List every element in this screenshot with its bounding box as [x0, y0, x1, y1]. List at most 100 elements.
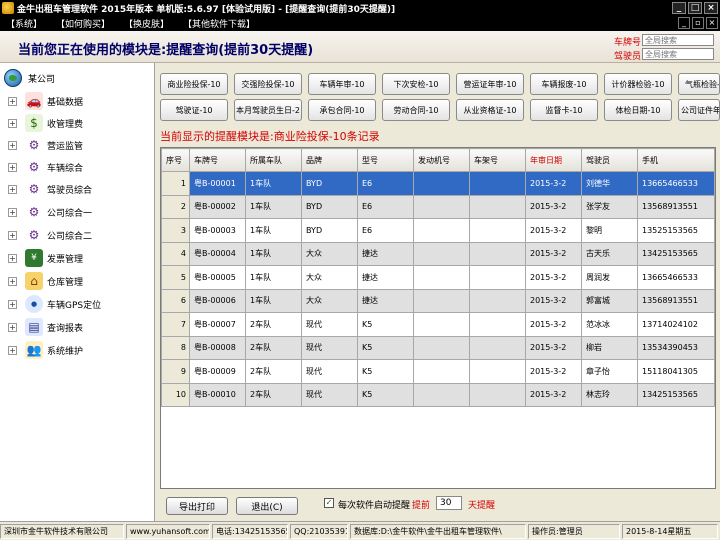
- tab-operation-permit[interactable]: 营运证年审-10: [456, 73, 524, 95]
- table-row[interactable]: 10 粤B-00010 2车队 现代 K5 2015-3-2 林志玲 13425153565: [161, 382, 715, 407]
- child-minimize-button[interactable]: _: [678, 17, 690, 29]
- maximize-button[interactable]: □: [688, 2, 702, 14]
- col-header-team[interactable]: 所属车队: [245, 148, 302, 172]
- driver-search-label: 驾驶员: [614, 52, 642, 62]
- table-row[interactable]: 2 粤B-00002 1车队 BYD E6 2015-3-2 张学友 13568913551: [161, 194, 715, 219]
- tree-node-gps[interactable]: + ● 车辆GPS定位: [8, 294, 101, 314]
- tree-node-basic-data[interactable]: + 🚗 基础数据: [8, 91, 83, 111]
- table-row[interactable]: 3 粤B-00003 1车队 BYD E6 2015-3-2 黎明 13525153565: [161, 218, 715, 243]
- ahead-days-input[interactable]: [436, 496, 462, 510]
- exit-button[interactable]: 退出(C): [236, 497, 298, 515]
- tab-supervision-card[interactable]: 监督卡-10: [530, 99, 598, 121]
- close-button[interactable]: ×: [704, 2, 718, 14]
- cell-review-date: 2015-3-2: [525, 359, 582, 384]
- expand-icon[interactable]: +: [8, 118, 17, 128]
- col-header-driver[interactable]: 驾驶员: [581, 148, 638, 172]
- tree-node-vehicle-overview[interactable]: + ⚙ 车辆综合: [8, 157, 83, 177]
- tree-node-query-reports[interactable]: + ▤ 查询报表: [8, 317, 83, 337]
- tab-vehicle-annual-review[interactable]: 车辆年审-10: [308, 73, 376, 95]
- col-header-plate[interactable]: 车牌号: [189, 148, 246, 172]
- cell-frame: [469, 171, 526, 196]
- tree-node-company-overview-1[interactable]: + ⚙ 公司综合一: [8, 202, 92, 222]
- tab-vehicle-scrap[interactable]: 车辆报废-10: [530, 73, 598, 95]
- col-header-model[interactable]: 型号: [357, 148, 414, 172]
- expand-icon[interactable]: +: [8, 299, 17, 309]
- cell-phone: 13665466533: [637, 265, 715, 290]
- col-header-frame[interactable]: 车架号: [469, 148, 526, 172]
- table-row[interactable]: 5 粤B-00005 1车队 大众 捷达 2015-3-2 周润发 13665466533: [161, 265, 715, 290]
- menu-change-skin[interactable]: 【换皮肤】: [124, 17, 169, 30]
- tab-driver-birthday[interactable]: 本月驾驶员生日-2: [234, 99, 302, 121]
- col-header-review-date[interactable]: 年审日期: [525, 148, 582, 172]
- tab-compulsory-insurance[interactable]: 交强险投保-10: [234, 73, 302, 95]
- child-close-button[interactable]: ×: [706, 17, 718, 29]
- cell-brand: 大众: [301, 288, 358, 313]
- tab-gas-cylinder[interactable]: 气瓶检验-10: [678, 73, 720, 95]
- plate-search-input[interactable]: [642, 34, 714, 46]
- table-row[interactable]: 1 粤B-00001 1车队 BYD E6 2015-3-2 刘德华 13665466533: [161, 171, 715, 196]
- tab-physical-exam[interactable]: 体检日期-10: [604, 99, 672, 121]
- tree-root[interactable]: 某公司: [4, 69, 55, 87]
- tab-qualification-cert[interactable]: 从业资格证-10: [456, 99, 524, 121]
- cell-plate: 粤B-00007: [189, 312, 246, 337]
- expand-icon[interactable]: +: [8, 162, 17, 172]
- cell-brand: BYD: [301, 194, 358, 219]
- table-row[interactable]: 4 粤B-00004 1车队 大众 捷达 2015-3-2 古天乐 13425153565: [161, 241, 715, 266]
- expand-icon[interactable]: +: [8, 230, 17, 240]
- cell-index: 6: [161, 288, 190, 313]
- cell-engine: [413, 359, 470, 384]
- expand-icon[interactable]: +: [8, 322, 17, 332]
- col-header-engine[interactable]: 发动机号: [413, 148, 470, 172]
- col-header-index[interactable]: 序号: [161, 148, 190, 172]
- cell-driver: 范冰冰: [581, 312, 638, 337]
- cell-plate: 粤B-00005: [189, 265, 246, 290]
- tree-node-system-maintenance[interactable]: + 👥 系统维护: [8, 340, 83, 360]
- col-header-phone[interactable]: 手机: [637, 148, 715, 172]
- expand-icon[interactable]: +: [8, 253, 17, 263]
- expand-icon[interactable]: +: [8, 276, 17, 286]
- cell-team: 2车队: [245, 312, 302, 337]
- tree-node-invoice-management[interactable]: + ¥ 发票管理: [8, 248, 83, 268]
- expand-icon[interactable]: +: [8, 184, 17, 194]
- table-row[interactable]: 7 粤B-00007 2车队 现代 K5 2015-3-2 范冰冰 13714024102: [161, 312, 715, 337]
- tree-node-driver-overview[interactable]: + ⚙ 驾驶员综合: [8, 179, 92, 199]
- tree-node-management-fee[interactable]: + $ 收管理费: [8, 113, 83, 133]
- cell-frame: [469, 335, 526, 360]
- tree-node-company-overview-2[interactable]: + ⚙ 公司综合二: [8, 225, 92, 245]
- cell-driver: 柳岩: [581, 335, 638, 360]
- cell-frame: [469, 194, 526, 219]
- cell-model: 捷达: [357, 241, 414, 266]
- child-restore-button[interactable]: ▫: [692, 17, 704, 29]
- table-row[interactable]: 6 粤B-00006 1车队 大众 捷达 2015-3-2 郭富城 13568913551: [161, 288, 715, 313]
- tab-labor-contract[interactable]: 劳动合同-10: [382, 99, 450, 121]
- expand-icon[interactable]: +: [8, 140, 17, 150]
- col-header-brand[interactable]: 品牌: [301, 148, 358, 172]
- tab-next-safety-check[interactable]: 下次安检-10: [382, 73, 450, 95]
- tab-commercial-insurance[interactable]: 商业险投保-10: [160, 73, 228, 95]
- table-row[interactable]: 8 粤B-00008 2车队 现代 K5 2015-3-2 柳岩 13534390453: [161, 335, 715, 360]
- cell-frame: [469, 312, 526, 337]
- tab-company-cert[interactable]: 公司证件年审-10: [678, 99, 720, 121]
- startup-reminder-checkbox[interactable]: ✓: [324, 498, 334, 508]
- expand-icon[interactable]: +: [8, 207, 17, 217]
- tab-driver-license[interactable]: 驾驶证-10: [160, 99, 228, 121]
- expand-icon[interactable]: +: [8, 345, 17, 355]
- menu-how-to-buy[interactable]: 【如何购买】: [56, 17, 110, 30]
- tree-node-warehouse-management[interactable]: + ⌂ 仓库管理: [8, 271, 83, 291]
- expand-icon[interactable]: +: [8, 96, 17, 106]
- cell-index: 9: [161, 359, 190, 384]
- menu-system[interactable]: 【系统】: [6, 17, 42, 30]
- cell-team: 1车队: [245, 265, 302, 290]
- cell-model: E6: [357, 194, 414, 219]
- cell-plate: 粤B-00008: [189, 335, 246, 360]
- tab-contract[interactable]: 承包合同-10: [308, 99, 376, 121]
- table-row[interactable]: 9 粤B-00009 2车队 现代 K5 2015-3-2 章子怡 15118041305: [161, 359, 715, 384]
- export-print-button[interactable]: 导出打印: [166, 497, 228, 515]
- cell-team: 2车队: [245, 335, 302, 360]
- tab-meter-inspection[interactable]: 计价器检验-10: [604, 73, 672, 95]
- driver-search-input[interactable]: [642, 48, 714, 60]
- menu-other-downloads[interactable]: 【其他软件下载】: [183, 17, 255, 30]
- minimize-button[interactable]: _: [672, 2, 686, 14]
- tree-node-operation-supervision[interactable]: + ⚙ 营运监管: [8, 135, 83, 155]
- startup-reminder-label: 每次软件启动提醒: [338, 501, 411, 511]
